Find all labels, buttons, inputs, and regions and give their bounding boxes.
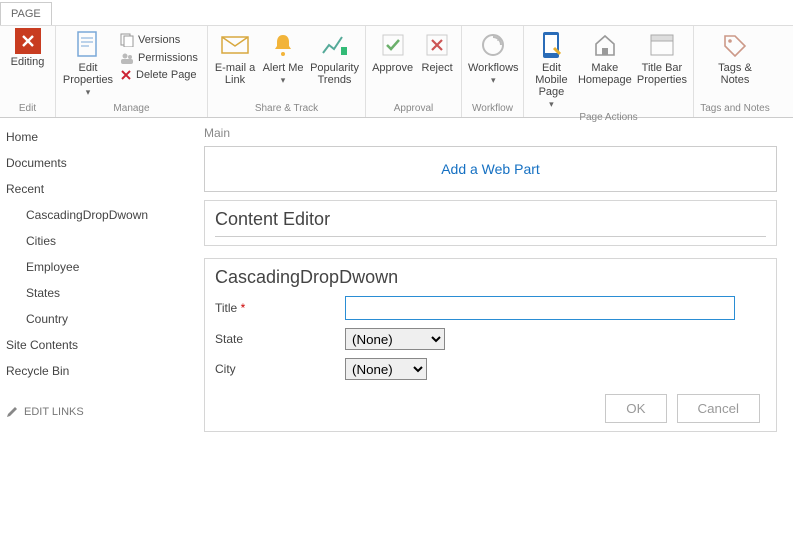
group-label-tags-notes: Tags and Notes [700,103,770,116]
versions-button[interactable]: Versions [120,32,198,48]
tab-page[interactable]: PAGE [0,2,52,25]
bell-icon [268,30,298,60]
trends-icon [320,30,350,60]
zone-title: Main [204,126,777,140]
content-editor-title: Content Editor [215,209,766,237]
ribbon-group-tags-notes: Tags & Notes Tags and Notes [694,26,776,117]
group-label-manage: Manage [62,103,201,116]
ribbon-group-approval: Approve Reject Approval [366,26,462,117]
reject-icon [422,30,452,60]
approve-button[interactable]: Approve [372,28,413,76]
reject-button[interactable]: Reject [419,28,455,76]
make-homepage-button[interactable]: Make Homepage [579,28,631,88]
stop-editing-button[interactable] [15,28,41,54]
nav-recycle-bin[interactable]: Recycle Bin [6,362,194,380]
form-panel: CascadingDropDwown Title * State (None) … [204,258,777,432]
mobile-icon [536,30,566,60]
title-label: Title * [215,301,345,315]
workflow-icon [478,30,508,60]
group-label-edit: Edit [6,103,49,116]
title-bar-properties-button[interactable]: Title Bar Properties [637,28,687,88]
tab-row: PAGE [0,0,793,26]
stop-editing-label: Editing [11,56,45,68]
edit-links-button[interactable]: EDIT LINKS [6,406,194,418]
nav-home[interactable]: Home [6,128,194,146]
group-label-workflow: Workflow [468,103,517,116]
state-select[interactable]: (None) [345,328,445,350]
envelope-icon [220,30,250,60]
content-editor-panel: Content Editor [204,200,777,246]
permissions-button[interactable]: Permissions [120,50,198,66]
group-label-page-actions: Page Actions [530,112,687,125]
edit-properties-button[interactable]: Edit Properties ▾ [62,28,114,100]
titlebar-icon [647,30,677,60]
ribbon-group-edit: Editing Edit [0,26,56,117]
nav-recent[interactable]: Recent [6,180,194,198]
page-icon [73,30,103,60]
group-label-approval: Approval [372,103,455,116]
cancel-button[interactable]: Cancel [677,394,761,423]
form-title: CascadingDropDwown [215,267,766,288]
nav-recent-item[interactable]: Cities [6,232,194,250]
edit-mobile-page-button[interactable]: Edit Mobile Page ▾ [530,28,573,112]
chevron-down-icon: ▾ [549,100,554,110]
ribbon-group-page-actions: Edit Mobile Page ▾ Make Homepage Title B… [524,26,694,117]
ribbon-group-manage: Edit Properties ▾ Versions Permissions D… [56,26,208,117]
ribbon-group-workflow: Workflows ▾ Workflow [462,26,524,117]
delete-page-button[interactable]: Delete Page [120,68,198,82]
group-label-share: Share & Track [214,103,359,116]
city-label: City [215,362,345,376]
nav-recent-item[interactable]: Country [6,310,194,328]
pencil-icon [6,406,18,418]
add-web-part-button[interactable]: Add a Web Part [204,146,777,192]
tag-icon [720,30,750,60]
sidebar: Home Documents Recent CascadingDropDwown… [0,118,200,454]
nav-recent-item[interactable]: States [6,284,194,302]
state-label: State [215,332,345,346]
ribbon-group-share: E-mail a Link Alert Me ▾ Popularity Tren… [208,26,366,117]
ribbon: Editing Edit Edit Properties ▾ Versions … [0,26,793,118]
title-input[interactable] [345,296,735,320]
versions-icon [120,33,134,47]
nav-documents[interactable]: Documents [6,154,194,172]
tags-notes-button[interactable]: Tags & Notes [709,28,761,88]
check-icon [378,30,408,60]
workflows-button[interactable]: Workflows ▾ [468,28,519,88]
main-area: Main Add a Web Part Content Editor Casca… [200,118,793,454]
ok-button[interactable]: OK [605,394,666,423]
alert-me-button[interactable]: Alert Me ▾ [262,28,304,88]
home-icon [590,30,620,60]
nav-site-contents[interactable]: Site Contents [6,336,194,354]
nav-recent-item[interactable]: Employee [6,258,194,276]
chevron-down-icon: ▾ [86,88,91,98]
email-link-button[interactable]: E-mail a Link [214,28,256,88]
chevron-down-icon: ▾ [281,76,286,86]
delete-x-icon [120,69,132,81]
chevron-down-icon: ▾ [491,76,496,86]
people-icon [120,51,134,65]
popularity-trends-button[interactable]: Popularity Trends [310,28,359,88]
city-select[interactable]: (None) [345,358,427,380]
nav-recent-item[interactable]: CascadingDropDwown [6,206,194,224]
